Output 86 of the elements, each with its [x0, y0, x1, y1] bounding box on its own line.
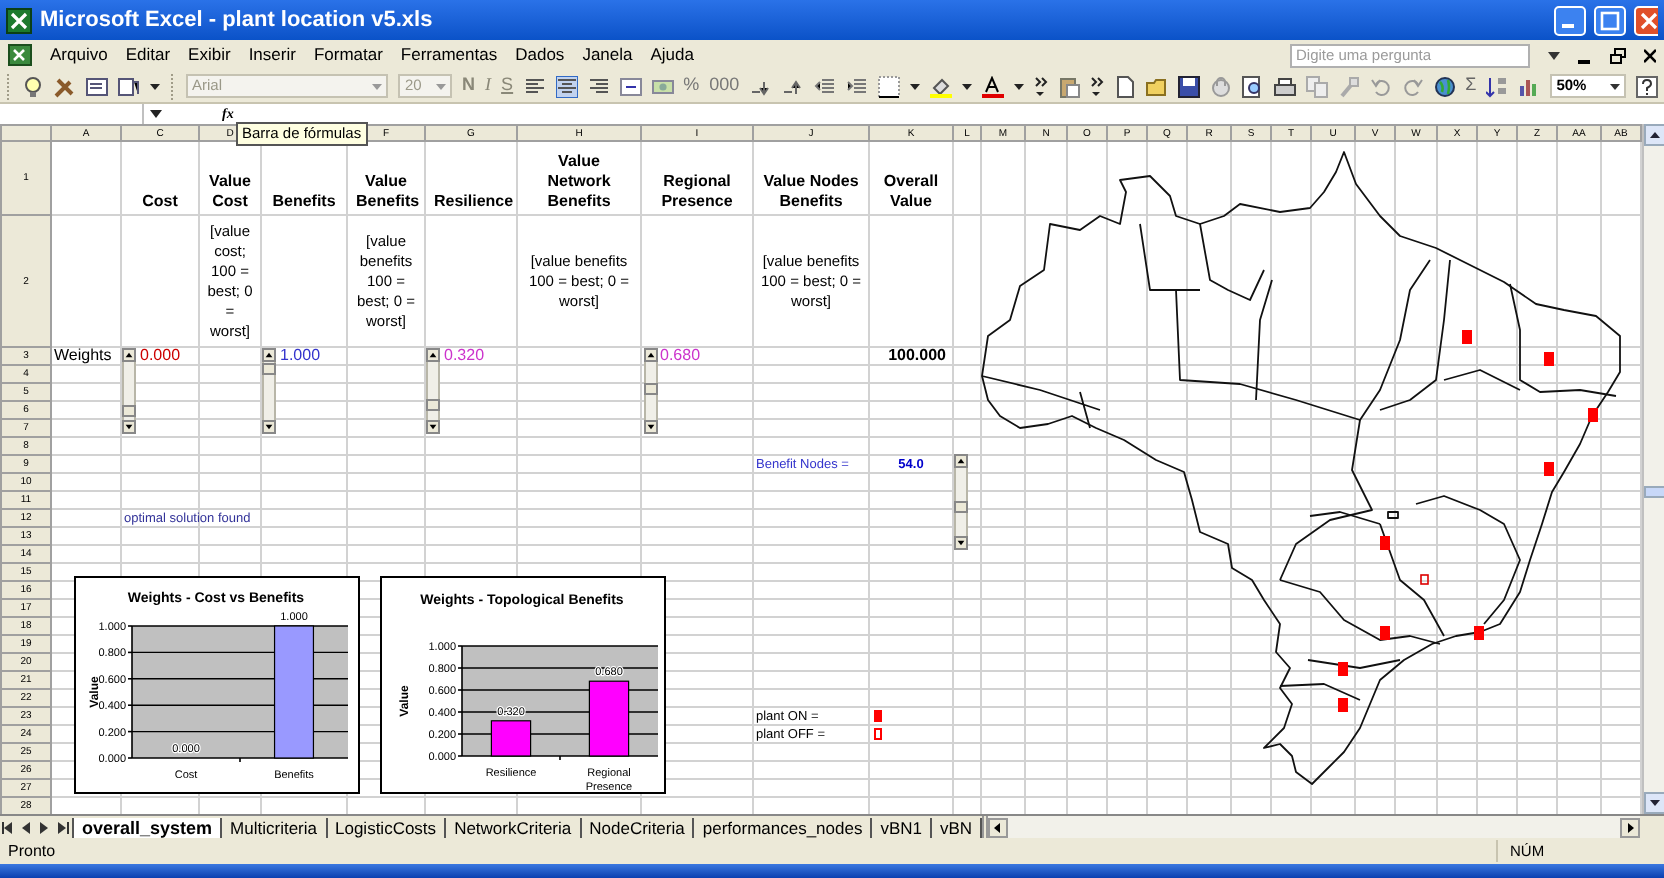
close-icon[interactable] — [1644, 47, 1656, 63]
chart-icon[interactable] — [1518, 75, 1541, 97]
dropdown-caret-icon — [436, 81, 447, 91]
column-heading: Value Nodes Benefits — [761, 172, 861, 214]
menu-item[interactable]: Editar — [125, 42, 171, 68]
align-right-icon[interactable] — [587, 75, 610, 97]
align-left-icon[interactable] — [523, 75, 546, 97]
column-heading: Cost — [140, 192, 180, 214]
toolbar-grip-icon — [170, 71, 176, 101]
window-title: Microsoft Excel - plant location v5.xls — [40, 5, 433, 36]
sheet-tab[interactable]: overall_system — [72, 817, 223, 839]
menu-item[interactable]: Inserir — [248, 42, 296, 68]
scroll-control[interactable] — [122, 348, 136, 434]
scroll-control[interactable] — [426, 348, 440, 434]
new-document-icon[interactable] — [1113, 75, 1136, 97]
restore-icon[interactable] — [1610, 47, 1626, 63]
column-heading: Resilience — [432, 192, 516, 214]
toolbar-grip-icon — [6, 71, 12, 101]
first-sheet-icon[interactable] — [0, 819, 18, 835]
align-center-icon[interactable] — [555, 75, 578, 97]
horizontal-scrollbar[interactable] — [988, 816, 1640, 838]
fill-color-icon[interactable] — [929, 75, 952, 97]
scroll-control[interactable] — [262, 348, 276, 434]
weight-value: 0.680 — [660, 348, 701, 364]
sheet-tab[interactable]: NodeCriteria — [581, 817, 695, 839]
dropdown-caret-icon[interactable] — [150, 108, 162, 120]
dropdown-caret-icon — [1610, 81, 1620, 91]
thousands-button[interactable]: 000 — [709, 72, 740, 100]
form-icon[interactable] — [118, 75, 140, 97]
sort-icon[interactable] — [1486, 75, 1509, 97]
merge-cells-icon[interactable] — [619, 75, 642, 97]
save-icon[interactable] — [1177, 75, 1200, 97]
sheet-tab[interactable]: LogisticCosts — [327, 817, 447, 839]
workbook-icon[interactable] — [8, 44, 32, 66]
percent-button[interactable]: % — [683, 72, 700, 100]
paste-icon[interactable] — [1057, 75, 1080, 97]
folder-icon[interactable] — [1145, 75, 1168, 97]
down-arrow-icon[interactable] — [1644, 792, 1664, 814]
menu-item[interactable]: Exibir — [188, 42, 231, 68]
menu-item[interactable]: Dados — [515, 42, 565, 68]
status-text: Pronto — [8, 839, 56, 863]
dropdown-caret-icon[interactable] — [150, 81, 160, 91]
dropdown-caret-icon[interactable] — [909, 81, 920, 91]
dropdown-caret-icon[interactable] — [1013, 81, 1024, 91]
weight-value: 0.000 — [140, 348, 181, 364]
font-color-icon[interactable] — [981, 75, 1004, 97]
column-heading: Value Network Benefits — [545, 152, 613, 214]
scrollbar-thumb[interactable] — [1644, 486, 1664, 498]
menu-item[interactable]: Arquivo — [50, 42, 108, 68]
dropdown-caret-icon[interactable] — [961, 81, 972, 91]
row-label: Weights — [52, 348, 112, 364]
column-heading: Value Cost — [207, 172, 253, 214]
total-value: 100.000 — [888, 348, 946, 364]
menu-item[interactable]: Janela — [582, 42, 633, 68]
dropdown-caret-icon[interactable] — [1548, 49, 1560, 61]
menu-item[interactable]: Formatar — [313, 42, 383, 68]
spreadsheet-app-icon — [6, 7, 32, 33]
printer-icon[interactable] — [1273, 75, 1296, 97]
list-icon[interactable] — [86, 75, 108, 97]
maximize-icon[interactable] — [1594, 5, 1626, 35]
column-heading: Overall Value — [881, 172, 941, 214]
weight-value: 0.320 — [444, 348, 485, 364]
menu-item[interactable]: Ajuda — [650, 42, 694, 68]
vertical-scrollbar[interactable] — [1642, 124, 1664, 814]
scroll-control[interactable] — [954, 454, 968, 550]
outdent-icon[interactable] — [813, 75, 836, 97]
column-heading: Value Benefits — [354, 172, 422, 214]
sum-button[interactable]: Σ — [1465, 72, 1477, 100]
more-buttons-icon[interactable] — [1089, 75, 1104, 97]
weight-value: 1.000 — [280, 348, 321, 364]
help-icon[interactable] — [1636, 75, 1658, 97]
indent-icon[interactable] — [845, 75, 868, 97]
column-heading: Regional Presence — [659, 172, 735, 214]
menu-item[interactable]: Ferramentas — [400, 42, 498, 68]
more-buttons-icon[interactable] — [1033, 75, 1048, 97]
globe-icon[interactable] — [1433, 75, 1456, 97]
lightbulb-icon[interactable] — [22, 75, 44, 97]
decrease-decimal-icon[interactable] — [781, 75, 804, 97]
up-arrow-icon[interactable] — [1644, 124, 1664, 146]
currency-icon[interactable] — [651, 75, 674, 97]
borders-icon[interactable] — [877, 75, 900, 97]
print-preview-icon[interactable] — [1241, 75, 1264, 97]
scroll-control[interactable] — [644, 348, 658, 434]
column-heading: Benefits — [270, 192, 338, 214]
dropdown-caret-icon — [372, 81, 383, 91]
last-sheet-icon[interactable] — [54, 819, 72, 835]
